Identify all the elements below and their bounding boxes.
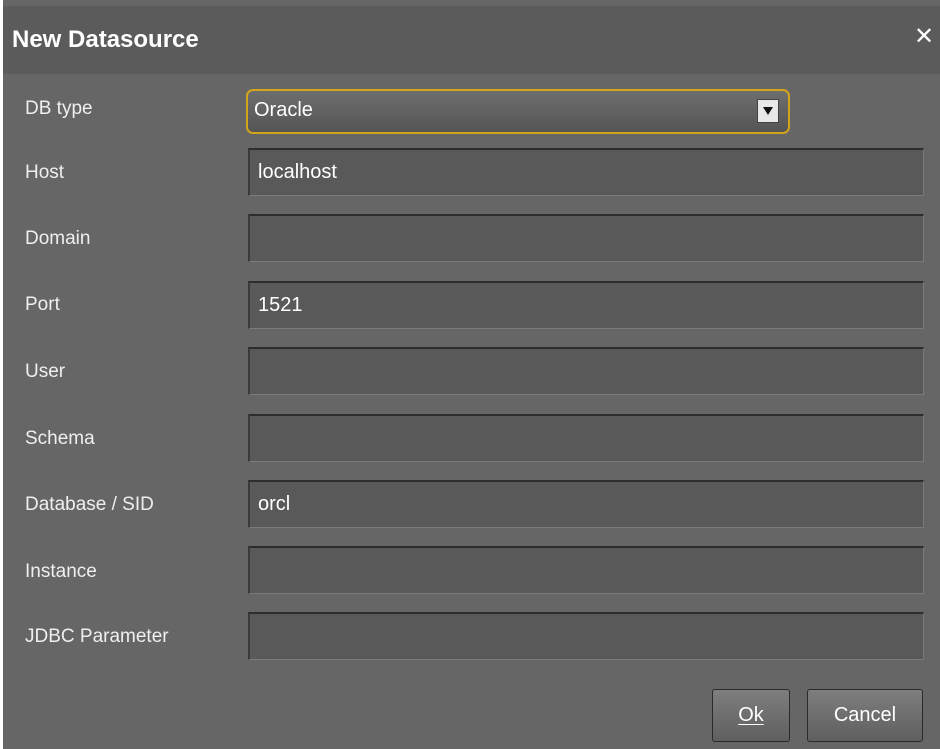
db-type-select[interactable]: Oracle bbox=[246, 89, 790, 134]
host-input[interactable] bbox=[248, 148, 924, 196]
db-type-label: DB type bbox=[25, 98, 93, 119]
cancel-button[interactable]: Cancel bbox=[807, 689, 923, 742]
ok-button-label: Ok bbox=[738, 704, 764, 726]
ok-button[interactable]: Ok bbox=[712, 689, 790, 742]
close-icon[interactable]: ✕ bbox=[912, 25, 936, 49]
user-input[interactable] bbox=[248, 347, 924, 395]
host-label: Host bbox=[25, 162, 65, 183]
schema-label: Schema bbox=[25, 428, 95, 449]
port-input[interactable] bbox=[248, 281, 924, 329]
domain-label: Domain bbox=[25, 228, 91, 249]
jdbc-parameter-label: JDBC Parameter bbox=[25, 626, 169, 647]
dialog-title: New Datasource bbox=[12, 26, 199, 53]
dropdown-arrow-icon[interactable] bbox=[757, 99, 779, 123]
new-datasource-dialog: New Datasource ✕ DB type Oracle Host Dom… bbox=[3, 0, 940, 749]
port-label: Port bbox=[25, 294, 60, 315]
schema-input[interactable] bbox=[248, 414, 924, 462]
user-label: User bbox=[25, 361, 66, 382]
domain-input[interactable] bbox=[248, 214, 924, 262]
instance-input[interactable] bbox=[248, 546, 924, 594]
instance-label: Instance bbox=[25, 561, 97, 582]
database-sid-label: Database / SID bbox=[25, 494, 154, 515]
database-sid-input[interactable] bbox=[248, 480, 924, 528]
jdbc-parameter-input[interactable] bbox=[248, 612, 924, 660]
db-type-selected-value: Oracle bbox=[254, 99, 313, 121]
